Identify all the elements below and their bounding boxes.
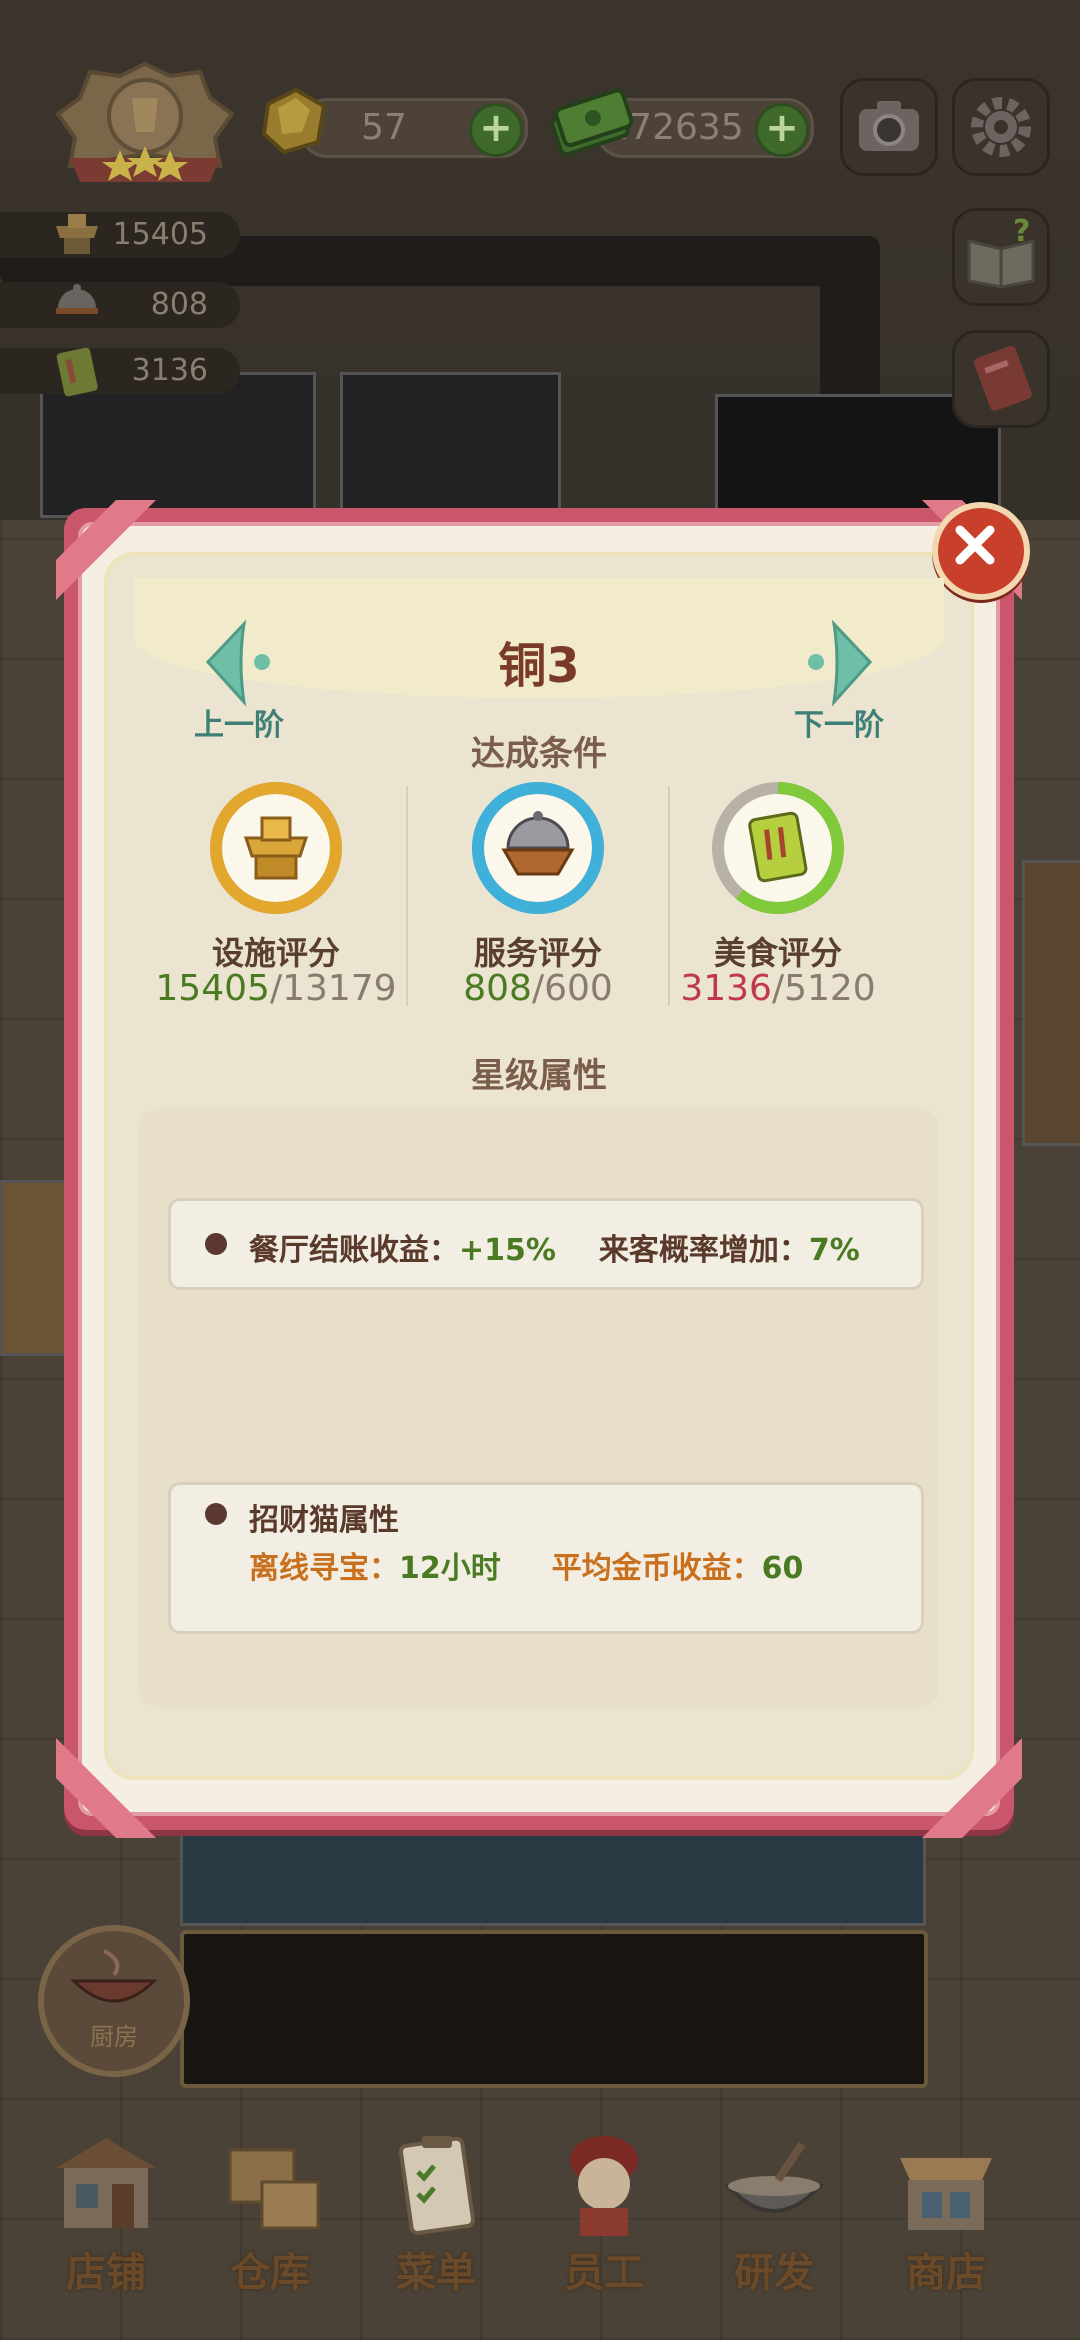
boxes-icon: [228, 2148, 320, 2230]
nav-label: 研发: [734, 2250, 814, 2296]
attribute-row: 餐厅结账收益：+15% 来客概率增加：7%: [168, 1198, 924, 1290]
nav-shop[interactable]: 店铺: [26, 2120, 186, 2320]
serving-counter: [180, 1930, 928, 2088]
service-cloche-icon: [56, 284, 98, 314]
facility-score-stat: 15405: [0, 212, 240, 258]
facility-metric: 设施评分 15405/13179: [146, 778, 406, 1038]
rank-trophy-icon[interactable]: [50, 58, 240, 188]
add-cash-button[interactable]: +: [755, 103, 809, 157]
gem-counter: 57 +: [300, 98, 528, 158]
facility-icon: [56, 214, 98, 254]
food-score-value: 3136: [131, 353, 208, 388]
side-table: [0, 1180, 70, 1356]
metric-target: /600: [531, 968, 613, 1009]
service-ring: [472, 782, 604, 914]
nav-store[interactable]: 商店: [866, 2120, 1026, 2320]
nav-label: 商店: [906, 2250, 986, 2296]
food-ring: [712, 782, 844, 914]
camera-button[interactable]: [840, 78, 938, 176]
nav-label: 仓库: [230, 2250, 310, 2296]
nav-staff[interactable]: 员工: [524, 2120, 684, 2320]
lucky-cat-line: 离线寻宝：12小时 平均金币收益：60: [249, 1543, 803, 1587]
nav-label: 店铺: [66, 2250, 146, 2296]
visitor-chance-label: 来客概率增加：: [598, 1233, 809, 1268]
conditions-heading: 达成条件: [471, 734, 607, 774]
star-attributes-heading: 星级属性: [471, 1056, 607, 1096]
next-tier-button[interactable]: [798, 618, 878, 708]
bullet-icon: [205, 1233, 227, 1255]
svg-text:?: ?: [1013, 214, 1030, 249]
money-stack-icon: [550, 88, 634, 156]
close-icon: [955, 525, 995, 565]
checkout-bonus-value: +15%: [459, 1233, 556, 1268]
storefront-icon: [56, 2138, 156, 2228]
corner-ribbon-icon: [56, 1738, 156, 1838]
metric-values: 15405/13179: [146, 968, 406, 1009]
metric-target: /13179: [269, 968, 397, 1009]
corner-ribbon-icon: [922, 1738, 1022, 1838]
food-score-stat: 3136: [0, 347, 240, 397]
nav-menu[interactable]: 菜单: [356, 2120, 516, 2320]
food-metric: 美食评分 3136/5120: [648, 778, 908, 1038]
close-button[interactable]: [932, 502, 1030, 600]
facility-score-value: 15405: [112, 217, 208, 252]
service-score-stat: 808: [0, 282, 240, 328]
nav-warehouse[interactable]: 仓库: [190, 2120, 350, 2320]
metric-values: 3136/5120: [648, 968, 908, 1009]
prev-tier-button[interactable]: [200, 618, 280, 708]
bullet-icon: [205, 1503, 227, 1525]
checkout-bonus-label: 餐厅结账收益：: [249, 1233, 459, 1268]
lucky-cat-row: 招财猫属性 离线寻宝：12小时 平均金币收益：60: [168, 1482, 924, 1634]
arrow-left-icon: [205, 619, 270, 707]
chef-avatar-icon: [570, 2136, 638, 2236]
service-metric: 服务评分 808/600: [408, 778, 668, 1038]
offline-treasure-label: 离线寻宝：: [249, 1551, 399, 1586]
nav-research[interactable]: 研发: [694, 2120, 854, 2320]
rank-dialog: 铜3 上一阶 下一阶 达成条件 设施评分 15405/13179 服务评分 80…: [56, 500, 1030, 1838]
guide-book-button[interactable]: ?: [952, 208, 1050, 306]
dish-rack: [180, 1830, 926, 1926]
avg-coin-value: 60: [761, 1551, 804, 1586]
camera-icon: [859, 101, 919, 151]
cooking-pot-icon: [723, 2141, 825, 2213]
offline-treasure-value: 12小时: [399, 1551, 501, 1586]
gem-icon: [261, 87, 327, 155]
facility-ring: [210, 782, 342, 914]
visitor-chance-value: 7%: [808, 1233, 860, 1268]
metric-values: 808/600: [408, 968, 668, 1009]
metric-current: 3136: [680, 968, 772, 1009]
avg-coin-label: 平均金币收益：: [551, 1551, 762, 1586]
side-cabinet: [1022, 860, 1080, 1146]
red-book-icon: [974, 345, 1032, 411]
ceiling-pipe-vertical: [820, 236, 880, 416]
gear-icon: [971, 97, 1031, 157]
metric-current: 15405: [155, 968, 270, 1009]
kitchen-counter: [340, 372, 561, 518]
nav-label: 员工: [564, 2250, 644, 2296]
food-book-icon: [56, 347, 98, 397]
help-book-icon: ?: [967, 214, 1035, 289]
nav-label: 菜单: [396, 2250, 476, 2296]
recipe-book-button[interactable]: [952, 330, 1050, 428]
lucky-cat-title: 招财猫属性: [249, 1503, 399, 1538]
arrow-right-icon: [808, 619, 873, 707]
settings-button[interactable]: [952, 78, 1050, 176]
kitchen-button[interactable]: 厨房: [38, 1925, 190, 2077]
kitchen-label: 厨房: [90, 2023, 138, 2051]
market-stall-icon: [900, 2158, 992, 2230]
add-gems-button[interactable]: +: [469, 103, 523, 157]
attribute-line: 餐厅结账收益：+15% 来客概率增加：7%: [249, 1225, 860, 1269]
metric-target: /5120: [771, 968, 876, 1009]
clipboard-icon: [398, 2136, 476, 2235]
metric-current: 808: [463, 968, 532, 1009]
wok-icon: [70, 1949, 158, 2003]
service-score-value: 808: [150, 287, 208, 322]
